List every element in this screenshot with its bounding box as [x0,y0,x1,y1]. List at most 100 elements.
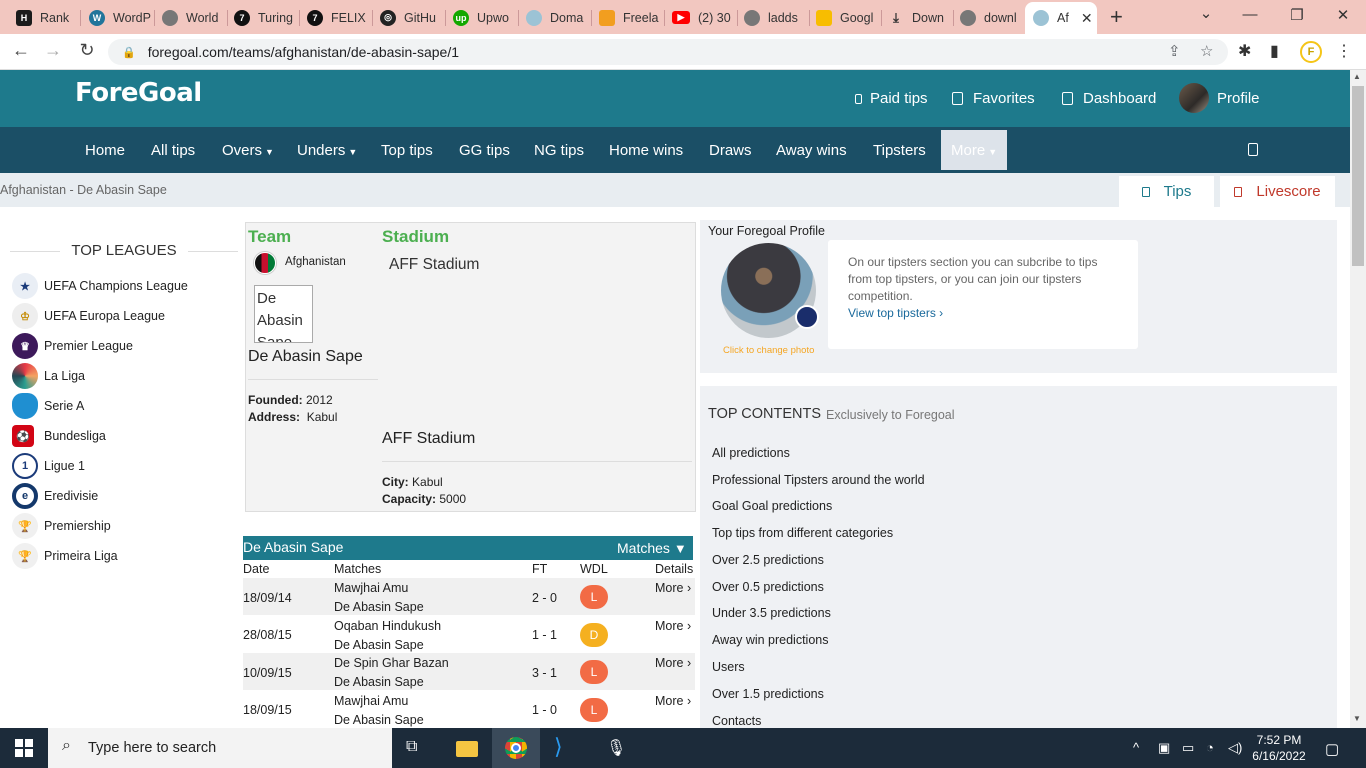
content-link[interactable]: Goal Goal predictions [712,499,832,513]
forward-button[interactable]: → [42,40,64,61]
content-link[interactable]: Over 0.5 predictions [712,580,824,594]
match-more-link[interactable]: More › [655,619,691,633]
league-item[interactable]: 🏆 Primeira Liga [12,543,118,569]
bookmark-star-icon[interactable]: ☆ [1200,42,1213,60]
content-link[interactable]: Over 1.5 predictions [712,687,824,701]
browser-tab[interactable]: Doma [526,5,588,30]
scrollbar-thumb[interactable] [1352,86,1364,266]
back-button[interactable]: ← [10,40,32,61]
browser-tab[interactable]: ▶ (2) 30 [672,5,734,30]
nav-gg-tips[interactable]: GG tips [459,142,510,159]
nav-home[interactable]: Home [85,142,125,159]
table-row[interactable]: 18/09/15 Mawjhai Amu De Abasin Sape 1 - … [243,691,695,728]
close-tab-icon[interactable]: ✕ [1081,10,1093,27]
nav-overs[interactable]: Overs ▼ [222,142,274,159]
browser-tab[interactable]: ladds [744,5,806,30]
table-row[interactable]: 28/08/15 Oqaban Hindukush De Abasin Sape… [243,616,695,653]
taskbar-clock[interactable]: 7:52 PM 6/16/2022 [1248,732,1310,764]
windows-start-icon[interactable] [15,739,33,757]
new-tab-button[interactable]: + [1110,4,1123,30]
nav-more[interactable]: More ▼ [941,130,1008,170]
browser-tab[interactable]: ◎ GitHu [380,5,442,30]
favorites-link[interactable]: Favorites [952,90,1035,107]
close-window-button[interactable]: ✕ [1333,6,1353,24]
browser-tab[interactable]: Freela [599,5,661,30]
content-link[interactable]: Away win predictions [712,633,829,647]
content-link[interactable]: All predictions [712,446,790,460]
content-link[interactable]: Contacts [712,714,761,728]
league-item[interactable]: ★ UEFA Champions League [12,273,188,299]
match-more-link[interactable]: More › [655,656,691,670]
browser-tab-active[interactable]: Af ✕ [1025,2,1097,34]
share-icon[interactable]: ⇪ [1168,42,1181,60]
profile-link[interactable]: Profile [1179,83,1260,113]
tab-livescore[interactable]: Livescore [1220,176,1335,207]
browser-tab[interactable]: World [162,5,224,30]
content-link[interactable]: Under 3.5 predictions [712,606,831,620]
tab-search-icon[interactable]: ⌄ [1196,4,1216,22]
taskbar-search-input[interactable]: ⌕ Type here to search [48,728,392,768]
league-item[interactable]: 🏆 Premiership [12,513,111,539]
browser-tab[interactable]: 7 Turing [234,5,296,30]
league-item[interactable]: 1 Ligue 1 [12,453,85,479]
browser-tab[interactable]: up Upwo [453,5,515,30]
content-link[interactable]: Users [712,660,745,674]
league-item[interactable]: La Liga [12,363,85,389]
extensions-icon[interactable]: ✱ [1238,41,1251,61]
wifi-icon[interactable]: ◔ [1206,740,1214,755]
nav-top-tips[interactable]: Top tips [381,142,433,159]
browser-tab[interactable]: W WordP [89,5,151,30]
side-panel-icon[interactable]: ▮ [1270,41,1279,61]
match-more-link[interactable]: More › [655,694,691,708]
reload-button[interactable]: ↻ [76,40,98,61]
browser-tab[interactable]: Googl [816,5,878,30]
nav-home-wins[interactable]: Home wins [609,142,683,159]
nav-away-wins[interactable]: Away wins [776,142,847,159]
url-input[interactable]: 🔒 foregoal.com/teams/afghanistan/de-abas… [108,39,1228,65]
paid-tips-link[interactable]: Paid tips [855,90,928,107]
foregoal-logo[interactable]: ForeGoal [75,78,202,108]
browser-tab[interactable]: downl [960,5,1022,30]
league-item[interactable]: ♛ Premier League [12,333,133,359]
match-more-link[interactable]: More › [655,581,691,595]
scroll-down-icon[interactable]: ▼ [1353,714,1361,723]
microphone-icon[interactable]: 🎙 [606,738,628,758]
notifications-icon[interactable]: ▢ [1325,740,1339,758]
content-link[interactable]: Over 2.5 predictions [712,553,824,567]
nav-ng-tips[interactable]: NG tips [534,142,584,159]
task-view-icon[interactable]: ⧉ [406,738,428,758]
tray-chevron-icon[interactable]: ^ [1133,740,1139,755]
mobile-menu-icon[interactable] [1248,143,1258,156]
restore-button[interactable]: ❐ [1287,6,1307,24]
browser-profile-avatar[interactable]: F [1300,41,1322,63]
change-photo-link[interactable]: Click to change photo [723,345,814,356]
league-item[interactable]: ⚽ Bundesliga [12,423,106,449]
browser-tab[interactable]: ⤓ Down [888,5,950,30]
browser-menu-icon[interactable]: ⋮ [1336,41,1352,61]
matches-toggle[interactable]: Matches ▼ [617,540,687,556]
team-country[interactable]: Afghanistan [285,256,346,268]
nav-all-tips[interactable]: All tips [151,142,195,159]
minimize-button[interactable]: — [1240,6,1260,23]
nav-draws[interactable]: Draws [709,142,752,159]
view-top-tipsters-link[interactable]: View top tipsters › [848,306,943,320]
file-explorer-icon[interactable] [456,741,478,757]
browser-tab[interactable]: H Rank [16,5,78,30]
nav-unders[interactable]: Unders ▼ [297,142,357,159]
dashboard-link[interactable]: Dashboard [1062,90,1156,107]
content-link[interactable]: Top tips from different categories [712,526,893,540]
scroll-up-icon[interactable]: ▲ [1353,72,1361,81]
table-row[interactable]: 10/09/15 De Spin Ghar Bazan De Abasin Sa… [243,653,695,690]
volume-icon[interactable]: ◁) [1228,740,1242,756]
league-item[interactable]: e Eredivisie [12,483,98,509]
battery-icon[interactable]: ▭ [1182,740,1194,756]
content-link[interactable]: Professional Tipsters around the world [712,473,925,487]
tab-tips[interactable]: Tips [1119,176,1214,207]
tray-device-icon[interactable]: ▣ [1158,740,1170,756]
nav-tipsters[interactable]: Tipsters [873,142,926,159]
browser-tab[interactable]: 7 FELIX [307,5,369,30]
vscode-icon[interactable]: ⟩ [554,734,576,759]
league-item[interactable]: ♔ UEFA Europa League [12,303,165,329]
league-item[interactable]: Serie A [12,393,84,419]
table-row[interactable]: 18/09/14 Mawjhai Amu De Abasin Sape 2 - … [243,578,695,615]
